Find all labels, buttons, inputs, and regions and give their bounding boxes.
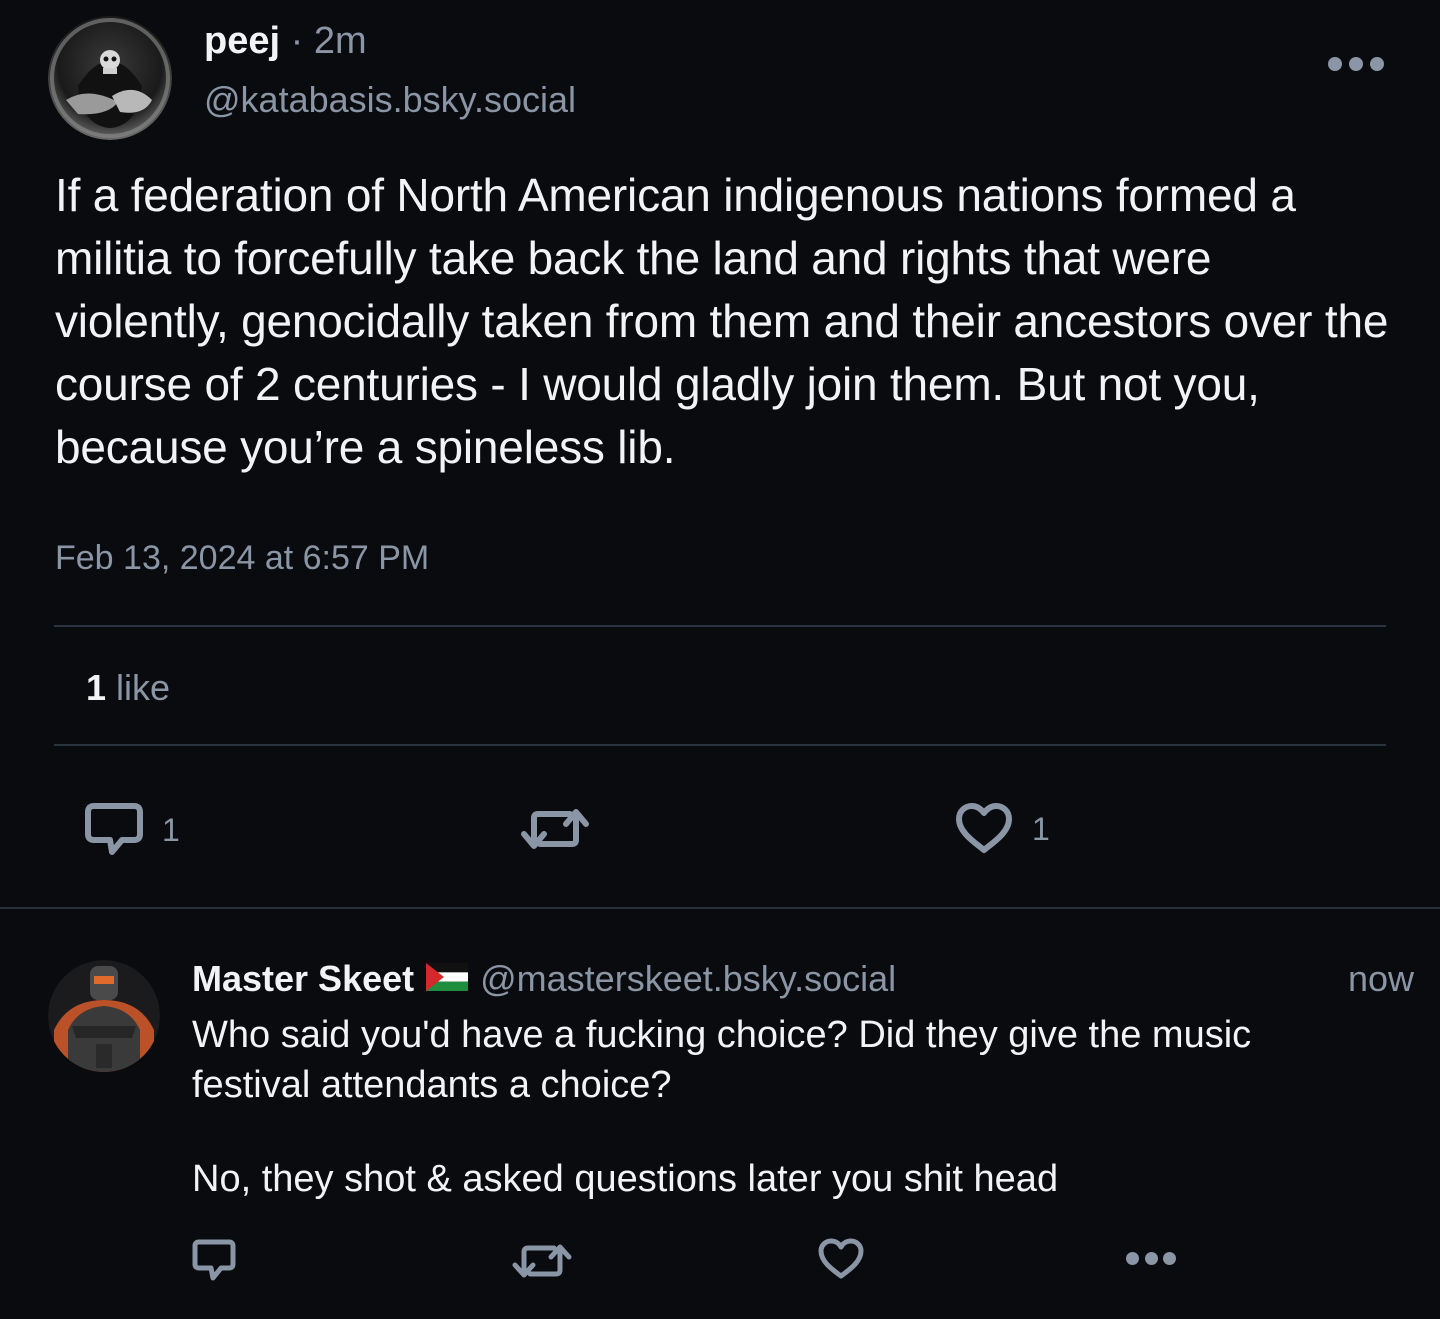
reply-repost-button[interactable] — [512, 1242, 572, 1280]
post-text: If a federation of North American indige… — [55, 169, 1389, 473]
reply-paragraph: No, they shot & asked questions later yo… — [192, 1158, 1059, 1200]
repost-arrows-icon — [521, 809, 589, 849]
repost-button[interactable] — [520, 806, 590, 852]
thread-divider — [0, 907, 1440, 909]
reply-author-name[interactable]: Master Skeet — [192, 956, 414, 1002]
more-options-button[interactable] — [1328, 52, 1384, 76]
likes-label: like — [116, 667, 171, 708]
post-timestamp: Feb 13, 2024 at 6:57 PM — [55, 539, 430, 577]
ellipsis-icon — [1328, 57, 1342, 71]
heart-outline-icon — [956, 803, 1012, 853]
reply-count: 1 — [162, 812, 180, 848]
reply-paragraph: Who said you'd have a fucking choice? Di… — [192, 1014, 1252, 1106]
author-avatar[interactable] — [48, 16, 172, 140]
divider — [54, 625, 1386, 627]
like-button[interactable]: 1 — [954, 802, 1050, 856]
reply-reply-button[interactable] — [191, 1238, 237, 1282]
divider — [54, 744, 1386, 746]
heart-outline-icon — [818, 1238, 864, 1279]
speech-bubble-icon — [192, 1239, 236, 1281]
likes-summary[interactable]: 1 like — [86, 666, 170, 710]
likes-count: 1 — [86, 667, 107, 708]
avatar-image — [48, 960, 160, 1072]
reply-author-avatar[interactable] — [48, 960, 160, 1072]
reply-time[interactable]: now — [1348, 956, 1414, 1002]
avatar-image — [48, 16, 172, 140]
like-count: 1 — [1032, 811, 1050, 847]
ellipsis-icon — [1126, 1251, 1139, 1265]
separator-dot: · — [290, 20, 304, 62]
reply-header: Master Skeet @masterskeet.bsky.social — [192, 956, 896, 1002]
reply-more-options-button[interactable] — [1126, 1251, 1176, 1265]
reply-like-button[interactable] — [817, 1237, 865, 1281]
speech-bubble-icon — [85, 803, 143, 855]
reply-text: Who said you'd have a fucking choice? Di… — [192, 1010, 1332, 1204]
reply-button[interactable]: 1 — [84, 802, 180, 858]
post-time-ago[interactable]: 2m — [314, 20, 367, 62]
author-line: peej · 2m — [204, 18, 367, 64]
author-handle[interactable]: @katabasis.bsky.social — [204, 78, 576, 122]
author-name[interactable]: peej — [204, 20, 280, 62]
repost-arrows-icon — [512, 1244, 572, 1278]
palestine-flag-icon — [426, 956, 469, 1002]
reply-author-handle[interactable]: @masterskeet.bsky.social — [480, 956, 896, 1002]
